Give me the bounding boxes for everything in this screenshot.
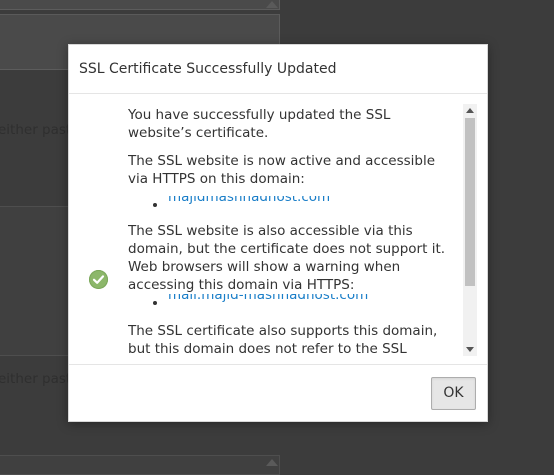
scrollbar-thumb[interactable] bbox=[465, 118, 475, 286]
list-item: mail.majid-mashhadhost.com bbox=[168, 294, 454, 312]
message-success: You have successfully updated the SSL we… bbox=[128, 107, 391, 141]
domain-link-mail[interactable]: mail.majid-mashhadhost.com bbox=[168, 294, 368, 304]
message-scroll-area[interactable]: You have successfully updated the SSL we… bbox=[128, 106, 454, 356]
scroll-down-arrow-icon[interactable] bbox=[466, 347, 474, 352]
scroll-up-icon bbox=[266, 459, 278, 466]
background-textarea-top bbox=[0, 0, 280, 10]
unsupported-domain-list: mail.majid-mashhadhost.com bbox=[128, 294, 454, 312]
scroll-up-arrow-icon[interactable] bbox=[466, 108, 474, 113]
resize-grip-icon bbox=[266, 1, 278, 8]
message-active-domain: The SSL website is now active and access… bbox=[128, 153, 436, 187]
message-supported-domain: The SSL certificate also supports this d… bbox=[128, 323, 438, 356]
ok-button[interactable]: OK bbox=[431, 377, 476, 410]
list-item: majidmashhadhost.com bbox=[168, 196, 454, 214]
dialog-body: You have successfully updated the SSL we… bbox=[69, 94, 487, 365]
domain-link-primary[interactable]: majidmashhadhost.com bbox=[168, 196, 330, 206]
dialog-title: SSL Certificate Successfully Updated bbox=[79, 61, 337, 77]
dialog-header: SSL Certificate Successfully Updated bbox=[69, 45, 487, 94]
active-domain-list: majidmashhadhost.com bbox=[128, 196, 454, 214]
message-scrollbar[interactable] bbox=[463, 104, 477, 356]
message-unsupported-domain: The SSL website is also accessible via t… bbox=[128, 223, 446, 293]
check-circle-icon bbox=[89, 270, 108, 289]
dialog-footer: OK bbox=[69, 365, 487, 423]
background-textarea-3 bbox=[0, 455, 280, 475]
ssl-success-dialog: SSL Certificate Successfully Updated You… bbox=[68, 44, 488, 422]
